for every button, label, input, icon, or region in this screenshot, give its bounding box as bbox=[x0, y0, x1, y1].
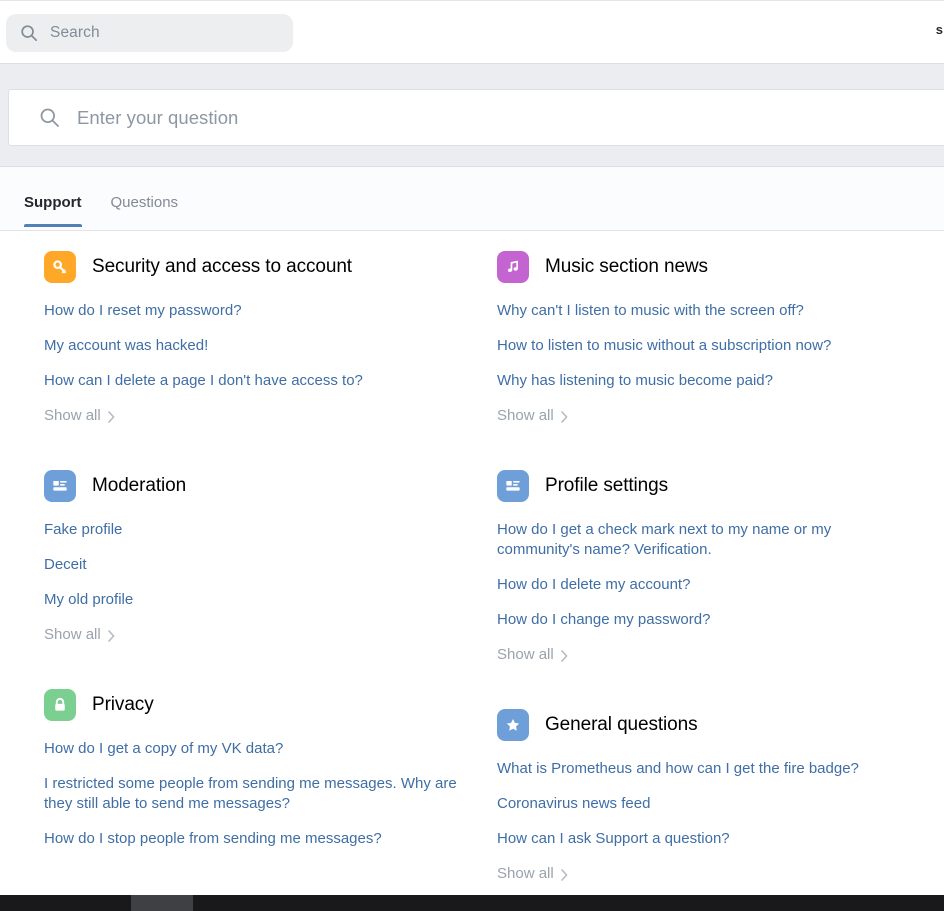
category-link[interactable]: How can I delete a page I don't have acc… bbox=[44, 371, 464, 391]
category-link[interactable]: I restricted some people from sending me… bbox=[44, 774, 464, 814]
chevron-right-icon bbox=[560, 410, 568, 423]
key-icon bbox=[44, 251, 76, 283]
category-header[interactable]: Security and access to account bbox=[44, 251, 473, 283]
category-column-right: Music section news Why can't I listen to… bbox=[497, 251, 944, 882]
category-moderation: Moderation Fake profile Deceit My old pr… bbox=[0, 470, 497, 644]
id-card-icon bbox=[44, 470, 76, 502]
category-header[interactable]: Privacy bbox=[44, 689, 473, 721]
category-privacy: Privacy How do I get a copy of my VK dat… bbox=[0, 689, 497, 849]
search-icon bbox=[39, 107, 60, 128]
topbar-right-glyph[interactable]: s bbox=[936, 23, 943, 36]
tab-bar: Support Questions bbox=[0, 167, 944, 231]
tab-questions[interactable]: Questions bbox=[111, 167, 179, 227]
show-all-button[interactable]: Show all bbox=[44, 626, 115, 643]
browser-topbar: Search s bbox=[0, 0, 944, 63]
category-header[interactable]: General questions bbox=[497, 709, 930, 741]
tab-support-label: Support bbox=[24, 194, 82, 211]
category-links: Why can't I listen to music with the scr… bbox=[497, 301, 930, 425]
show-all-button[interactable]: Show all bbox=[44, 407, 115, 424]
category-link[interactable]: Fake profile bbox=[44, 520, 464, 540]
show-all-label: Show all bbox=[44, 407, 101, 424]
chevron-right-icon bbox=[107, 629, 115, 642]
category-link[interactable]: How do I change my password? bbox=[497, 610, 889, 630]
question-input[interactable]: Enter your question bbox=[8, 89, 944, 146]
tab-questions-label: Questions bbox=[110, 194, 179, 211]
music-note-icon bbox=[497, 251, 529, 283]
category-link[interactable]: Coronavirus news feed bbox=[497, 794, 889, 814]
category-links: Fake profile Deceit My old profile Show … bbox=[44, 520, 473, 644]
category-links: How do I get a copy of my VK data? I res… bbox=[44, 739, 473, 849]
category-link[interactable]: How do I get a copy of my VK data? bbox=[44, 739, 464, 759]
category-link[interactable]: What is Prometheus and how can I get the… bbox=[497, 759, 889, 779]
search-input-placeholder: Search bbox=[50, 24, 100, 41]
chevron-right-icon bbox=[560, 649, 568, 662]
search-input[interactable]: Search bbox=[6, 14, 293, 52]
question-input-placeholder: Enter your question bbox=[77, 106, 239, 128]
category-link[interactable]: Why has listening to music become paid? bbox=[497, 371, 889, 391]
category-header[interactable]: Music section news bbox=[497, 251, 930, 283]
show-all-label: Show all bbox=[44, 626, 101, 643]
category-title: Profile settings bbox=[545, 475, 669, 496]
category-column-left: Security and access to account How do I … bbox=[0, 251, 497, 882]
category-link[interactable]: How do I stop people from sending me mes… bbox=[44, 829, 464, 849]
category-title: Music section news bbox=[545, 256, 708, 277]
show-all-label: Show all bbox=[497, 407, 554, 424]
tab-support[interactable]: Support bbox=[24, 167, 82, 227]
show-all-label: Show all bbox=[497, 865, 554, 882]
id-card-icon bbox=[497, 470, 529, 502]
category-links: What is Prometheus and how can I get the… bbox=[497, 759, 930, 882]
category-link[interactable]: My old profile bbox=[44, 590, 464, 610]
category-link[interactable]: My account was hacked! bbox=[44, 336, 464, 356]
chevron-right-icon bbox=[560, 868, 568, 881]
category-header[interactable]: Moderation bbox=[44, 470, 473, 502]
category-security-and-access: Security and access to account How do I … bbox=[0, 251, 497, 425]
scrollbar-thumb[interactable] bbox=[131, 895, 193, 911]
show-all-button[interactable]: Show all bbox=[497, 646, 568, 663]
category-general-questions: General questions What is Prometheus and… bbox=[497, 709, 944, 882]
category-title: Privacy bbox=[92, 694, 154, 715]
chevron-right-icon bbox=[107, 410, 115, 423]
category-music-section-news: Music section news Why can't I listen to… bbox=[497, 251, 944, 425]
category-link[interactable]: How to listen to music without a subscri… bbox=[497, 336, 889, 356]
star-icon bbox=[497, 709, 529, 741]
category-link[interactable]: How do I reset my password? bbox=[44, 301, 464, 321]
category-link[interactable]: Why can't I listen to music with the scr… bbox=[497, 301, 889, 321]
lock-icon bbox=[44, 689, 76, 721]
category-grid: Security and access to account How do I … bbox=[0, 251, 944, 882]
category-title: Security and access to account bbox=[92, 256, 352, 277]
category-links: How do I get a check mark next to my nam… bbox=[497, 520, 930, 664]
category-link[interactable]: How do I delete my account? bbox=[497, 575, 889, 595]
category-link[interactable]: How do I get a check mark next to my nam… bbox=[497, 520, 889, 560]
category-title: Moderation bbox=[92, 475, 187, 496]
category-link[interactable]: How can I ask Support a question? bbox=[497, 829, 889, 849]
page-root: Search s Enter your question Support Que… bbox=[0, 0, 944, 911]
category-header[interactable]: Profile settings bbox=[497, 470, 930, 502]
horizontal-scrollbar[interactable] bbox=[0, 895, 944, 911]
category-links: How do I reset my password? My account w… bbox=[44, 301, 473, 425]
show-all-button[interactable]: Show all bbox=[497, 865, 568, 882]
category-link[interactable]: Deceit bbox=[44, 555, 464, 575]
support-categories: Security and access to account How do I … bbox=[0, 231, 944, 882]
category-profile-settings: Profile settings How do I get a check ma… bbox=[497, 470, 944, 664]
show-all-button[interactable]: Show all bbox=[497, 407, 568, 424]
category-title: General questions bbox=[545, 714, 698, 735]
question-search-band: Enter your question bbox=[0, 63, 944, 167]
search-icon bbox=[20, 24, 38, 42]
show-all-label: Show all bbox=[497, 646, 554, 663]
